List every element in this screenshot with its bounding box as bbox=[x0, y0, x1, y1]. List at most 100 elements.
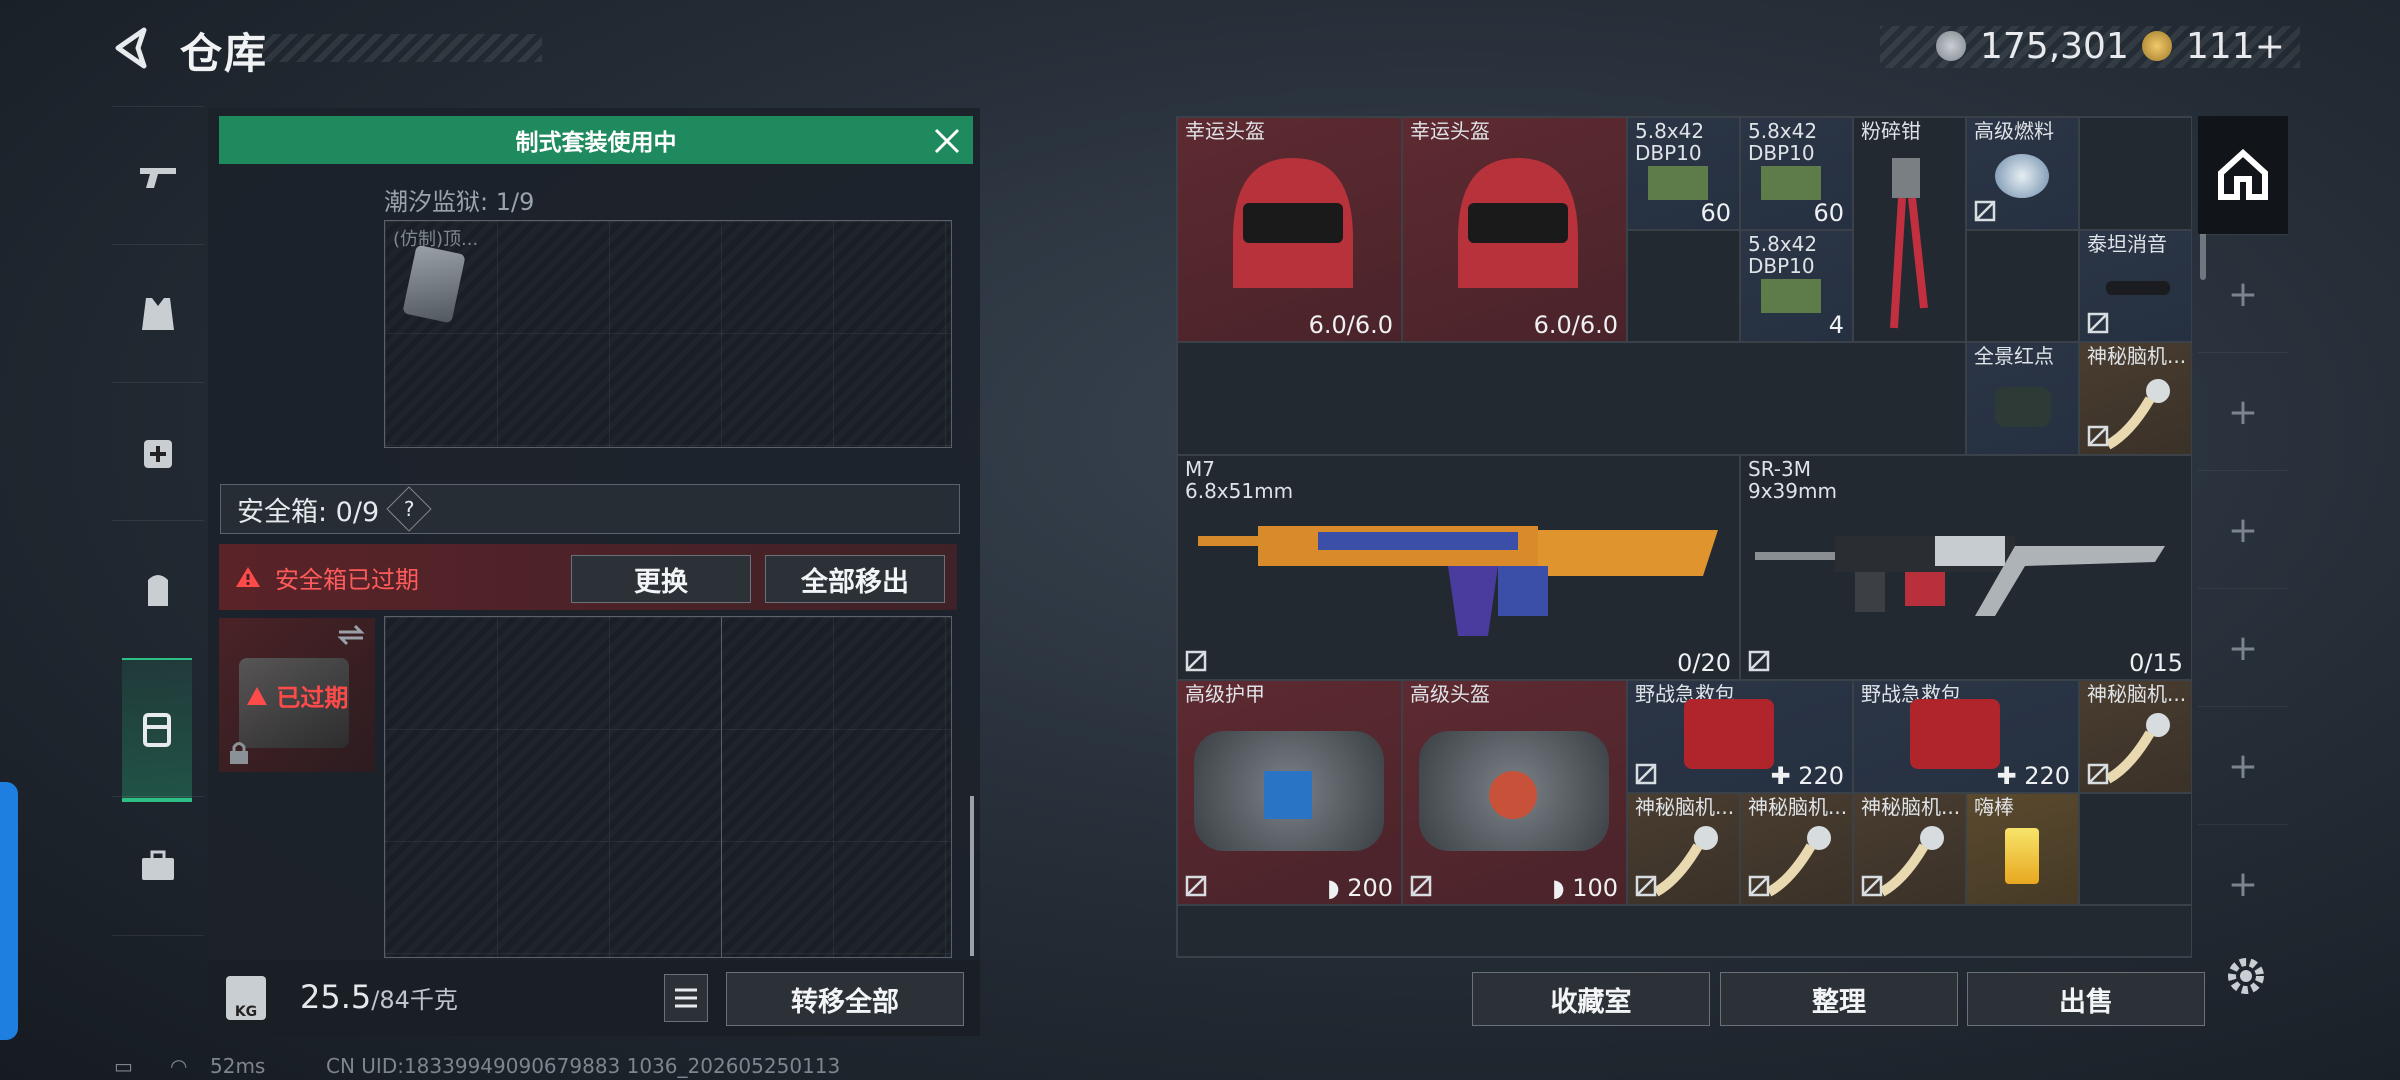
shield-icon: ◗ bbox=[1551, 874, 1573, 902]
token-balance[interactable]: 111+ bbox=[2142, 24, 2285, 68]
bound-icon bbox=[1861, 875, 1883, 897]
safe-box-grid[interactable] bbox=[384, 616, 952, 958]
nav-armor[interactable] bbox=[112, 244, 204, 383]
inventory-item-brain[interactable]: 神秘脑机... bbox=[1853, 793, 1966, 905]
fuel-icon bbox=[1995, 154, 2049, 198]
nav-backpack[interactable] bbox=[112, 520, 204, 659]
backpack-icon bbox=[148, 575, 168, 606]
edge-tab[interactable] bbox=[0, 782, 18, 1040]
inventory-item-ammo[interactable]: 5.8x42 DBP10 4 bbox=[1740, 230, 1853, 342]
storage-tab-main[interactable] bbox=[2198, 116, 2288, 234]
inventory-item-glowstick[interactable]: 嗨棒 bbox=[1966, 793, 2079, 905]
brain-chip-icon bbox=[2105, 379, 2170, 450]
drink-icon bbox=[2005, 828, 2039, 884]
helmet-icon bbox=[1233, 158, 1353, 288]
help-icon[interactable]: ? bbox=[386, 486, 432, 532]
inventory-item-helmet-bag[interactable]: 高级头盔 ◗ 100 bbox=[1402, 680, 1627, 905]
tide-item-grid[interactable]: (仿制)顶... bbox=[384, 220, 952, 448]
kg-icon: KG bbox=[226, 976, 266, 1020]
bound-icon bbox=[1410, 875, 1432, 897]
silencer-icon bbox=[2106, 281, 2170, 295]
nav-toolbox[interactable] bbox=[112, 796, 204, 936]
sort-button[interactable]: 整理 bbox=[1720, 972, 1958, 1026]
weight-max: /84千克 bbox=[371, 986, 458, 1014]
inventory-item-helmet[interactable]: 幸运头盔 6.0/6.0 bbox=[1402, 117, 1627, 342]
swap-icon bbox=[337, 624, 365, 646]
collection-room-button[interactable]: 收藏室 bbox=[1472, 972, 1710, 1026]
expired-warning-icon bbox=[247, 687, 267, 705]
bound-icon bbox=[2087, 425, 2109, 447]
vest-icon bbox=[142, 298, 174, 330]
add-storage-button[interactable]: + bbox=[2198, 352, 2288, 471]
list-icon[interactable] bbox=[664, 974, 708, 1022]
shield-icon: ◗ bbox=[1326, 874, 1348, 902]
inventory-item-pliers[interactable]: 粉碎钳 bbox=[1853, 117, 1966, 342]
nav-weapons[interactable] bbox=[112, 106, 204, 245]
coin-value: 175,301 bbox=[1980, 25, 2129, 67]
category-nav bbox=[112, 106, 204, 1006]
inventory-empty-slot[interactable] bbox=[2079, 793, 2192, 905]
left-scrollbar[interactable] bbox=[970, 796, 974, 956]
ping-readout: 52ms bbox=[210, 1054, 266, 1078]
nav-safebox[interactable] bbox=[122, 658, 192, 802]
add-storage-button[interactable]: + bbox=[2198, 470, 2288, 589]
inventory-item-brain[interactable]: 神秘脑机... bbox=[1740, 793, 1853, 905]
inventory-empty-slot[interactable] bbox=[2079, 117, 2192, 230]
inventory-item-ammo[interactable]: 5.8x42 DBP10 60 bbox=[1740, 117, 1853, 230]
inventory-item-silencer[interactable]: 泰坦消音 bbox=[2079, 230, 2192, 342]
inventory-item-m7[interactable]: M7 6.8x51mm 0/20 bbox=[1177, 455, 1740, 680]
brain-chip-icon bbox=[1766, 826, 1831, 897]
heal-amount: ✚ 220 bbox=[1996, 762, 2070, 790]
inventory-item-reddot[interactable]: 全景红点 bbox=[1966, 342, 2079, 455]
close-icon[interactable] bbox=[930, 124, 964, 158]
page-title: 仓库 bbox=[180, 29, 269, 78]
replace-button[interactable]: 更换 bbox=[571, 555, 751, 603]
inventory-item-medkit[interactable]: 野战急救包 ✚ 220 bbox=[1627, 680, 1853, 793]
rifle-icon bbox=[1755, 536, 2165, 616]
inventory-empty-row[interactable] bbox=[1177, 905, 2192, 957]
ammo-icon bbox=[1648, 166, 1708, 200]
brain-chip-icon bbox=[1653, 826, 1718, 897]
sell-button[interactable]: 出售 bbox=[1967, 972, 2205, 1026]
inventory-item-brain[interactable]: 神秘脑机... bbox=[1627, 793, 1740, 905]
medkit-icon bbox=[1910, 699, 2000, 769]
token-icon bbox=[2142, 31, 2172, 61]
med-icon bbox=[144, 440, 172, 468]
bound-icon bbox=[1748, 650, 1770, 672]
settings-gear-icon[interactable] bbox=[2222, 952, 2270, 1000]
kit-banner: 制式套装使用中 bbox=[219, 116, 973, 164]
ammo-icon bbox=[1761, 166, 1821, 200]
move-all-button[interactable]: 全部移出 bbox=[765, 555, 945, 603]
safe-box-label: 安全箱: 0/9 bbox=[237, 496, 380, 528]
nav-medical[interactable] bbox=[112, 382, 204, 521]
armor-bag-icon bbox=[1194, 731, 1384, 851]
tide-item-image[interactable] bbox=[402, 244, 466, 324]
inventory-empty-slot[interactable] bbox=[1627, 230, 1740, 342]
inventory-item-brain[interactable]: 神秘脑机... bbox=[2079, 342, 2192, 455]
helmet-bag-icon bbox=[1419, 731, 1609, 851]
inventory-item-armor[interactable]: 高级护甲 ◗ 200 bbox=[1177, 680, 1402, 905]
coin-balance: 175,301 bbox=[1936, 24, 2129, 68]
inventory-item-ammo[interactable]: 5.8x42 DBP10 60 bbox=[1627, 117, 1740, 230]
safe-box-bar: 安全箱: 0/9 ? bbox=[220, 484, 960, 534]
inventory-item-medkit[interactable]: 野战急救包 ✚ 220 bbox=[1853, 680, 2079, 793]
coin-icon bbox=[1936, 31, 1966, 61]
add-storage-button[interactable]: + bbox=[2198, 234, 2288, 353]
case-icon bbox=[143, 713, 171, 747]
inventory-item-helmet[interactable]: 幸运头盔 6.0/6.0 bbox=[1177, 117, 1402, 342]
inventory-item-brain[interactable]: 神秘脑机... bbox=[2079, 680, 2192, 793]
inventory-empty-slot[interactable] bbox=[1177, 342, 1966, 455]
add-storage-button[interactable]: + bbox=[2198, 588, 2288, 707]
plus-icon: ✚ bbox=[1770, 762, 1799, 790]
bound-icon bbox=[2087, 312, 2109, 334]
inventory-item-fuel[interactable]: 高级燃料 bbox=[1966, 117, 2079, 230]
transfer-all-button[interactable]: 转移全部 bbox=[726, 972, 964, 1026]
inventory-empty-slot[interactable] bbox=[1966, 230, 2079, 342]
inventory-item-sr3m[interactable]: SR-3M 9x39mm 0/15 bbox=[1740, 455, 2192, 680]
toolbox-icon bbox=[142, 850, 174, 880]
back-arrow-icon[interactable] bbox=[110, 24, 158, 72]
medkit-icon bbox=[1684, 699, 1774, 769]
add-storage-button[interactable]: + bbox=[2198, 706, 2288, 825]
add-storage-button[interactable]: + bbox=[2198, 824, 2288, 943]
expired-label: 已过期 bbox=[246, 678, 348, 713]
